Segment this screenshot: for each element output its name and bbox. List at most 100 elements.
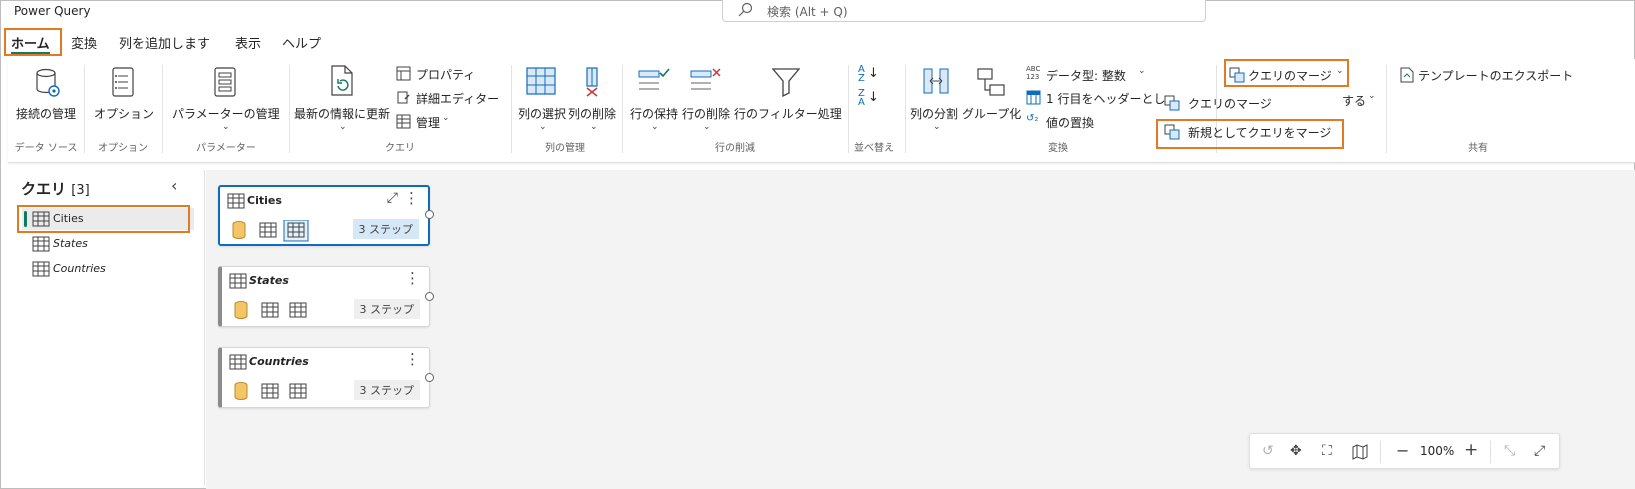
group-separator xyxy=(1386,65,1387,153)
export-template-button[interactable]: テンプレートのエクスポート xyxy=(1396,65,1626,85)
group-label-data-source: データ ソース xyxy=(14,143,78,154)
sort-ascending-button[interactable]: AZ ↓ xyxy=(858,65,880,85)
properties-button[interactable]: プロパティ xyxy=(396,65,486,83)
app-title: Power Query xyxy=(14,4,91,18)
group-label-share: 共有 xyxy=(1468,143,1488,154)
chevron-down-icon: ⌄ xyxy=(703,122,711,132)
collapse-panel-icon[interactable]: ‹ xyxy=(171,176,177,195)
group-by-label: グループ化 xyxy=(962,107,1022,121)
expand-view-icon[interactable]: ⤢ xyxy=(1534,443,1545,459)
query-card-cities[interactable]: Cities ⤢ ⋮ 3 ステップ xyxy=(218,185,430,246)
undo-icon[interactable]: ↺ xyxy=(1262,443,1274,459)
remove-rows-button[interactable]: 行の削除 ⌄ xyxy=(680,65,732,132)
zoom-in-icon[interactable]: + xyxy=(1464,440,1478,460)
split-column-label: 列の分割 xyxy=(910,107,959,121)
table-icon xyxy=(229,354,247,370)
zoom-out-icon[interactable]: − xyxy=(1396,441,1409,460)
first-row-headers-button[interactable]: 1 行目をヘッダーとし xyxy=(1026,89,1165,107)
group-separator xyxy=(84,65,85,153)
merge-queries-item-label: クエリのマージ xyxy=(1188,97,1272,111)
replace-values-button[interactable]: ↺₂ 値の置換 xyxy=(1026,113,1106,131)
more-options-icon[interactable]: ⋮ xyxy=(404,189,419,207)
refresh-button[interactable]: 最新の情報に更新 ⌄ xyxy=(294,65,390,132)
search-icon xyxy=(738,2,753,17)
filter-rows-button[interactable]: 行のフィルター処理 xyxy=(732,65,842,129)
table-icon xyxy=(229,273,247,289)
group-by-button[interactable]: グループ化 xyxy=(960,65,1022,129)
ribbon: 接続の管理 データ ソース オプション オプション パラメーターの管理 ⌄ パラ… xyxy=(8,59,1635,163)
advanced-editor-button[interactable]: 詳細エディター xyxy=(396,89,506,107)
chevron-down-icon: ⌄ xyxy=(1138,66,1146,76)
first-row-headers-label: 1 行目をヘッダーとし xyxy=(1046,92,1166,106)
refresh-icon xyxy=(331,65,353,96)
collapse-view-icon[interactable]: ⤡ xyxy=(1504,443,1515,459)
query-card-states[interactable]: States ⋮ 3 ステップ xyxy=(218,266,430,327)
tab-view[interactable]: 表示 xyxy=(229,30,267,56)
data-type-label: データ型: 整数 xyxy=(1046,69,1126,83)
map-icon[interactable] xyxy=(1352,444,1368,460)
query-item-states[interactable]: States xyxy=(22,233,194,255)
pan-icon[interactable]: ✥ xyxy=(1290,443,1302,459)
step-icons xyxy=(234,301,307,319)
remove-columns-button[interactable]: 列の削除 ⌄ xyxy=(566,65,618,132)
merge-queries-menu-item[interactable]: クエリのマージ xyxy=(1160,93,1310,113)
tab-add-column[interactable]: 列を追加します xyxy=(113,30,216,56)
properties-label: プロパティ xyxy=(416,68,476,82)
tab-transform[interactable]: 変換 xyxy=(65,30,103,56)
remove-columns-icon xyxy=(586,67,598,97)
chevron-down-icon: ⌄ xyxy=(1368,91,1376,101)
search-placeholder: 検索 (Alt + Q) xyxy=(767,5,848,19)
split-column-button[interactable]: 列の分割 ⌄ xyxy=(910,65,962,132)
query-card-countries[interactable]: Countries ⋮ 3 ステップ xyxy=(218,347,430,408)
query-item-countries[interactable]: Countries xyxy=(22,258,194,280)
filter-icon xyxy=(772,68,800,97)
fit-view-icon[interactable]: ⛶ xyxy=(1322,443,1332,459)
more-options-icon[interactable]: ⋮ xyxy=(405,350,420,368)
manage-connections-button[interactable]: 接続の管理 xyxy=(12,65,82,129)
highlight-home-tab xyxy=(4,28,62,56)
data-type-button[interactable]: ABC 123 データ型: 整数 ⌄ xyxy=(1026,65,1146,83)
queries-count: [3] xyxy=(71,183,90,198)
search-box[interactable]: 検索 (Alt + Q) xyxy=(722,0,1206,22)
title-bar: Power Query 検索 (Alt + Q) xyxy=(0,0,1635,28)
advanced-editor-label: 詳細エディター xyxy=(416,92,500,106)
card-connector[interactable] xyxy=(425,292,434,301)
tab-help[interactable]: ヘルプ xyxy=(276,30,327,56)
divider xyxy=(1380,441,1381,463)
append-queries-label: する xyxy=(1342,94,1367,108)
card-connector[interactable] xyxy=(425,210,434,219)
chevron-down-icon: ⌄ xyxy=(651,122,659,132)
data-type-icon: ABC 123 xyxy=(1026,65,1041,81)
more-options-icon[interactable]: ⋮ xyxy=(405,269,420,287)
keep-rows-button[interactable]: 行の保持 ⌄ xyxy=(628,65,680,132)
group-separator xyxy=(905,65,906,153)
queries-panel-title: クエリ [3] xyxy=(21,178,90,199)
database-settings-icon xyxy=(36,68,60,97)
manage-button[interactable]: 管理 ⌄ xyxy=(396,113,466,131)
queries-title-text: クエリ xyxy=(21,180,67,198)
append-queries-button[interactable]: する ⌄ xyxy=(1342,91,1378,109)
properties-icon xyxy=(396,66,411,81)
step-count-badge: 3 ステップ xyxy=(352,219,419,239)
card-connector[interactable] xyxy=(425,373,434,382)
chevron-down-icon: ⌄ xyxy=(933,122,941,132)
group-label-options: オプション xyxy=(98,143,148,154)
options-button[interactable]: オプション xyxy=(88,65,158,129)
manage-parameters-button[interactable]: パラメーターの管理 ⌄ xyxy=(168,65,288,132)
group-label-query: クエリ xyxy=(385,143,415,154)
remove-rows-label: 行の削除 xyxy=(682,107,731,121)
query-label: States xyxy=(53,237,88,250)
replace-values-label: 値の置換 xyxy=(1046,116,1095,130)
chevron-down-icon: ⌄ xyxy=(442,113,450,123)
parameters-icon xyxy=(214,67,236,97)
choose-columns-icon xyxy=(526,67,556,95)
filter-rows-label: 行のフィルター処理 xyxy=(734,107,842,121)
group-label-reduce-rows: 行の削減 xyxy=(715,143,755,154)
choose-columns-button[interactable]: 列の選択 ⌄ xyxy=(516,65,568,132)
sort-descending-button[interactable]: ZA ↓ xyxy=(858,89,880,109)
export-template-label: テンプレートのエクスポート xyxy=(1418,69,1574,83)
group-label-manage-columns: 列の管理 xyxy=(545,143,585,154)
expand-icon[interactable]: ⤢ xyxy=(387,190,398,206)
step-count-badge: 3 ステップ xyxy=(353,380,420,400)
query-label: Countries xyxy=(53,262,106,275)
